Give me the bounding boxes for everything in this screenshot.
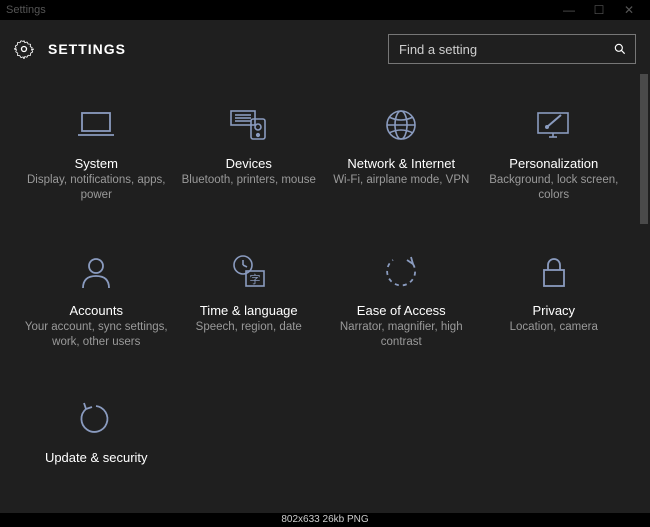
tile-desc: Wi-Fi, airplane mode, VPN [333,173,469,188]
tile-title: System [75,156,118,171]
tile-accounts[interactable]: Accounts Your account, sync settings, wo… [20,251,173,350]
search-box[interactable] [388,34,636,64]
devices-icon [227,107,271,143]
tile-update-security[interactable]: Update & security [20,398,173,467]
content-area: System Display, notifications, apps, pow… [0,74,650,527]
tile-desc: Your account, sync settings, work, other… [24,320,169,350]
tile-devices[interactable]: Devices Bluetooth, printers, mouse [173,104,326,203]
laptop-icon [74,107,118,143]
tile-title: Ease of Access [357,303,446,318]
person-icon [79,254,113,290]
tiles-grid: System Display, notifications, apps, pow… [0,74,650,467]
tile-network[interactable]: Network & Internet Wi-Fi, airplane mode,… [325,104,478,203]
search-input[interactable] [397,41,613,58]
scrollbar-thumb[interactable] [640,74,648,224]
window-title: Settings [6,4,554,16]
tile-title: Devices [226,156,272,171]
tile-title: Personalization [509,156,598,171]
tile-desc: Speech, region, date [196,320,302,335]
update-icon [78,401,114,437]
tile-desc: Location, camera [510,320,598,335]
personalization-icon [533,107,575,143]
tile-title: Time & language [200,303,298,318]
globe-icon [383,107,419,143]
titlebar: Settings — ☐ ✕ [0,0,650,20]
tile-system[interactable]: System Display, notifications, apps, pow… [20,104,173,203]
maximize-button[interactable]: ☐ [584,3,614,17]
svg-text:字: 字 [249,272,260,286]
tile-desc: Background, lock screen, colors [482,173,627,203]
tile-personalization[interactable]: Personalization Background, lock screen,… [478,104,631,203]
tile-title: Network & Internet [347,156,455,171]
search-icon [613,42,627,56]
tile-ease-of-access[interactable]: Ease of Access Narrator, magnifier, high… [325,251,478,350]
tile-time-language[interactable]: 字 Time & language Speech, region, date [173,251,326,350]
tile-privacy[interactable]: Privacy Location, camera [478,251,631,350]
page-title: SETTINGS [48,41,388,57]
tile-desc: Bluetooth, printers, mouse [182,173,316,188]
tile-title: Accounts [70,303,123,318]
ease-of-access-icon [383,254,419,290]
tile-desc: Narrator, magnifier, high contrast [329,320,474,350]
close-button[interactable]: ✕ [614,3,644,17]
image-meta-bar: 802x633 26kb PNG [0,513,650,527]
gear-icon [14,39,34,59]
header-bar: SETTINGS [0,20,650,74]
tile-title: Privacy [532,303,575,318]
settings-window: Settings — ☐ ✕ SETTINGS [0,0,650,527]
tile-desc: Display, notifications, apps, power [24,173,169,203]
tile-title: Update & security [45,450,148,465]
lock-icon [539,254,569,290]
time-language-icon: 字 [229,253,269,291]
minimize-button[interactable]: — [554,3,584,17]
